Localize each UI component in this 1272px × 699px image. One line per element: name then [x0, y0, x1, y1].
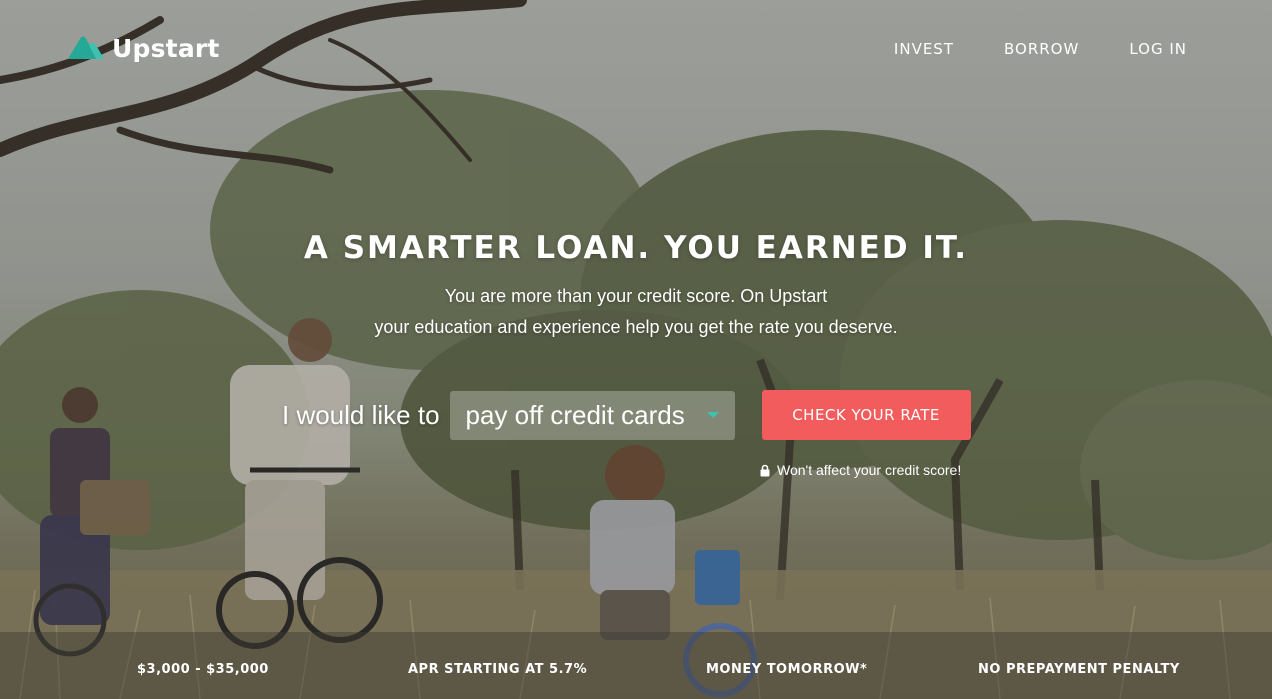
feature-loan-range: $3,000 - $35,000: [137, 662, 269, 677]
credit-score-note: Won't affect your credit score!: [760, 462, 961, 478]
features-bar: $3,000 - $35,000 APR STARTING AT 5.7% MO…: [0, 632, 1272, 699]
subtitle-line-2: your education and experience help you g…: [374, 317, 898, 337]
form-prefix-label: I would like to: [282, 399, 440, 430]
hero-headline: A SMARTER LOAN. YOU EARNED IT.: [303, 230, 969, 266]
rate-form: I would like to pay off credit cards CHE…: [282, 390, 971, 440]
feature-money-tomorrow: MONEY TOMORROW*: [706, 662, 868, 677]
nav-borrow[interactable]: BORROW: [1004, 40, 1079, 58]
hero-background: [0, 0, 1272, 699]
brand-name: Upstart: [112, 33, 220, 63]
feature-no-prepayment: NO PREPAYMENT PENALTY: [978, 662, 1180, 677]
loan-purpose-value: pay off credit cards: [465, 399, 685, 430]
credit-score-note-text: Won't affect your credit score!: [777, 462, 962, 478]
main-nav: INVEST BORROW LOG IN: [894, 40, 1187, 58]
loan-purpose-select[interactable]: pay off credit cards: [449, 390, 735, 440]
upstart-logo-icon: [68, 36, 104, 59]
lock-icon: [760, 464, 770, 476]
nav-invest[interactable]: INVEST: [894, 40, 954, 58]
hero-tint-overlay: [0, 0, 1272, 699]
chevron-down-icon: [706, 412, 719, 418]
logo-link[interactable]: Upstart: [66, 33, 220, 63]
check-your-rate-button[interactable]: CHECK YOUR RATE: [761, 390, 971, 440]
nav-log-in[interactable]: LOG IN: [1129, 40, 1187, 58]
hero-subtitle: You are more than your credit score. On …: [0, 281, 1272, 343]
feature-apr: APR STARTING AT 5.7%: [408, 662, 588, 677]
site-header: Upstart INVEST BORROW LOG IN: [0, 0, 1272, 100]
subtitle-line-1: You are more than your credit score. On …: [444, 286, 828, 306]
